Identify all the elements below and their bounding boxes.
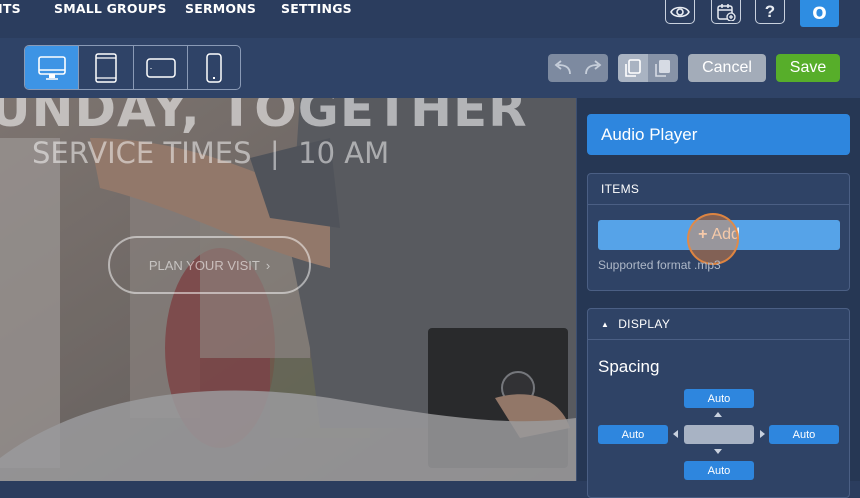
nav-item-sermons[interactable]: SERMONS (185, 1, 256, 16)
schedule-button[interactable] (711, 0, 741, 24)
avatar[interactable]: O (800, 0, 839, 27)
copy-outline-icon (625, 59, 641, 77)
mobile-icon (206, 52, 222, 83)
caret-up-icon: ▲ (601, 319, 610, 329)
hero-headline[interactable]: UNDAY, TOGETHER (0, 98, 528, 138)
top-navigation: ITS SMALL GROUPS SERMONS SETTINGS ? O (0, 0, 860, 38)
spacing-right-input[interactable]: Auto (769, 425, 839, 444)
tablet-portrait-icon (95, 52, 117, 83)
plan-visit-label: PLAN YOUR VISIT (148, 257, 260, 273)
display-section: ▲ DISPLAY Spacing Auto Auto Auto Auto (587, 308, 850, 498)
supported-format-hint: Supported format .mp3 (598, 258, 721, 272)
paste-style-button[interactable] (648, 54, 678, 82)
panel-title: Audio Player (587, 114, 850, 155)
copy-style-button[interactable] (618, 54, 648, 82)
calendar-add-icon (717, 3, 736, 21)
spacing-top-input[interactable]: Auto (684, 389, 754, 408)
nav-item-small-groups[interactable]: SMALL GROUPS (54, 1, 167, 16)
arrow-down-icon (714, 449, 722, 454)
nav-item-events[interactable]: ITS (0, 1, 21, 16)
spacing-label: Spacing (598, 357, 660, 376)
eye-icon (670, 6, 690, 17)
device-mobile-button[interactable] (188, 46, 240, 89)
arrow-right-icon (760, 430, 765, 438)
page-canvas[interactable]: UNDAY, TOGETHER SERVICE TIMES | 10 AM PL… (0, 98, 576, 481)
chevron-right-icon: › (265, 257, 271, 273)
preview-button[interactable] (665, 0, 695, 24)
copy-filled-icon (655, 60, 670, 77)
help-icon: ? (764, 1, 776, 21)
nav-item-settings[interactable]: SETTINGS (281, 1, 352, 16)
plan-visit-button[interactable]: PLAN YOUR VISIT › (108, 236, 311, 294)
spacing-center-box (684, 425, 754, 444)
undo-icon (554, 60, 571, 75)
desktop-icon (37, 55, 66, 80)
items-header: ITEMS (588, 174, 849, 205)
service-times-text[interactable]: SERVICE TIMES | 10 AM (32, 136, 389, 170)
device-switcher (24, 45, 241, 90)
tablet-landscape-icon (145, 57, 176, 78)
save-button[interactable]: Save (776, 54, 840, 82)
display-header[interactable]: ▲ DISPLAY (588, 309, 849, 340)
redo-button[interactable] (578, 54, 608, 82)
cancel-button[interactable]: Cancel (688, 54, 766, 82)
spacing-left-input[interactable]: Auto (598, 425, 668, 444)
arrow-up-icon (714, 412, 722, 417)
arrow-left-icon (673, 430, 678, 438)
help-button[interactable]: ? (755, 0, 785, 24)
properties-panel: Audio Player ITEMS + Add Supported forma… (576, 98, 860, 498)
device-desktop-button[interactable] (25, 46, 79, 89)
undo-button[interactable] (548, 54, 578, 82)
redo-icon (585, 60, 602, 75)
items-section: ITEMS + Add Supported format .mp3 (587, 173, 850, 291)
spacing-bottom-input[interactable]: Auto (684, 461, 754, 480)
editor-toolbar: Cancel Save (0, 38, 860, 98)
device-tablet-portrait-button[interactable] (79, 46, 134, 89)
display-header-label: DISPLAY (618, 317, 671, 331)
device-tablet-landscape-button[interactable] (134, 46, 188, 89)
